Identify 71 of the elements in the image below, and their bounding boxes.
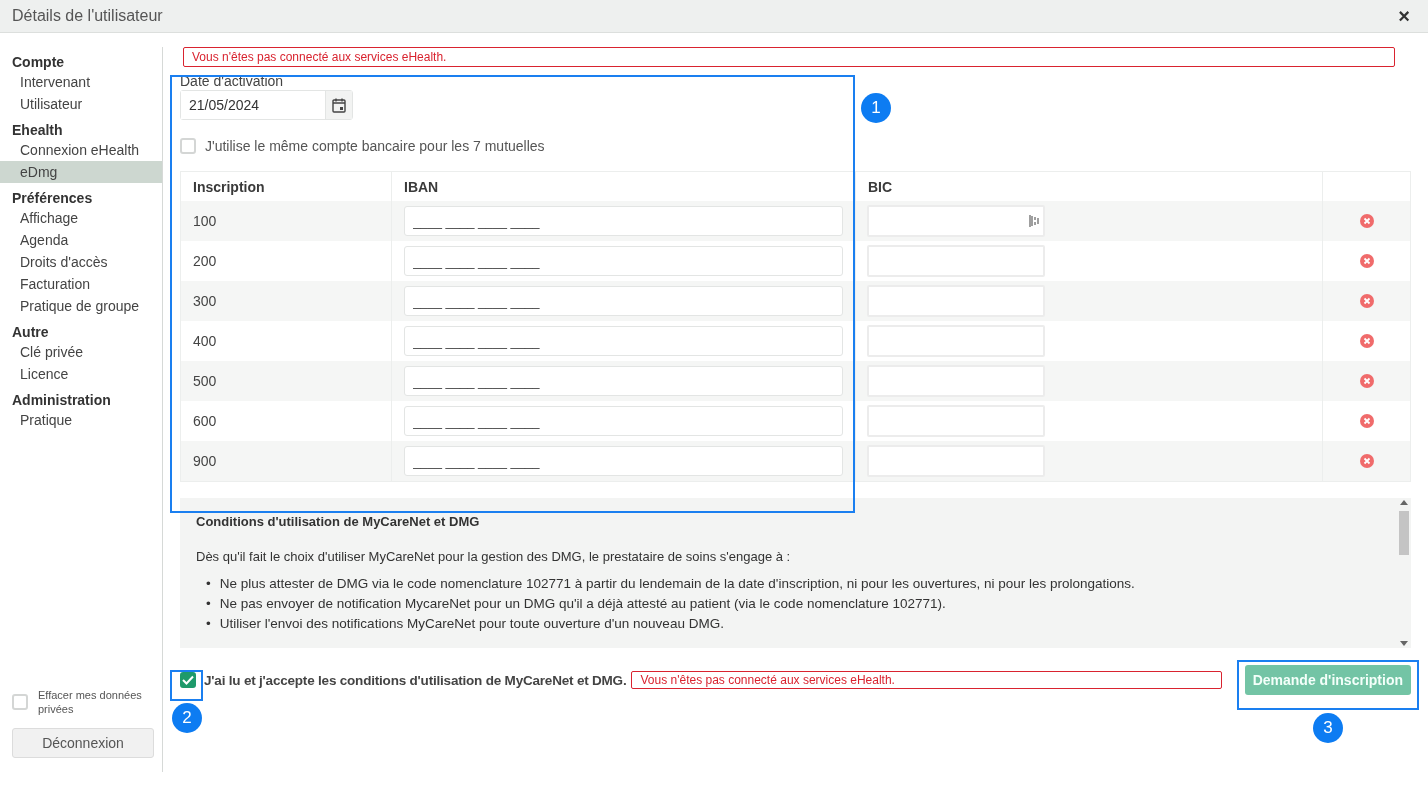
calendar-icon	[332, 97, 346, 113]
sidebar-group-title: Préférences	[11, 189, 94, 207]
conditions-item: Utiliser l'envoi des notifications MyCareNet pour toute ouverture d'un nouveau DMG.	[219, 615, 724, 633]
sidebar-item[interactable]: Licence	[0, 363, 162, 385]
iban-field[interactable]: ____ ____ ____ ____	[404, 366, 843, 396]
bullet: •	[206, 595, 211, 613]
column-header: Inscription	[193, 178, 265, 195]
error-message: Vous n'êtes pas connecté aux services eHealth.	[183, 47, 1395, 67]
error-message: Vous n'êtes pas connecté aux services eHealth.	[631, 671, 1223, 689]
iban-field[interactable]: ____ ____ ____ ____	[404, 246, 843, 276]
conditions-item: Ne pas envoyer de notification MycareNet pour un DMG qu'il a déjà attesté au patient (via le code nomenclature 102771).	[219, 595, 946, 613]
delete-icon[interactable]	[1359, 414, 1374, 428]
date-field[interactable]: 21/05/2024	[180, 90, 353, 120]
callout-frame	[170, 670, 203, 701]
scrollbar[interactable]	[1397, 498, 1411, 648]
delete-icon[interactable]	[1359, 374, 1374, 388]
table-cell: 200	[193, 253, 217, 269]
delete-icon[interactable]	[1359, 454, 1374, 468]
iban-field[interactable]: ____ ____ ____ ____	[404, 446, 843, 476]
callout-badge: 3	[1313, 713, 1343, 743]
checkbox-label: J'utilise le même compte bancaire pour les 7 mutuelles	[205, 138, 545, 154]
iban-field[interactable]: ____ ____ ____ ____	[404, 206, 843, 236]
checkbox-label: J'ai lu et j'accepte les conditions d'utilisation de MyCareNet et DMG.	[204, 672, 627, 688]
column-header: IBAN	[404, 178, 439, 195]
sidebar-group-title: Compte	[11, 53, 66, 71]
sidebar-item[interactable]: Clé privée	[0, 341, 162, 363]
window-title: Détails de l'utilisateur	[12, 7, 163, 25]
conditions-item: Ne plus attester de DMG via le code nomenclature 102771 à partir du lendemain de la date d'inscription, ni pour les ouvertures, ni pour les prolongations.	[219, 575, 1135, 593]
conditions-intro: Dès qu'il fait le choix d'utiliser MyCareNet pour la gestion des DMG, le prestataire de soins s'engage à :	[196, 549, 792, 564]
logout-button[interactable]: Déconnexion	[12, 728, 154, 758]
bic-field[interactable]	[867, 205, 1045, 237]
sidebar-group-title: Ehealth	[11, 121, 64, 139]
sidebar-group-title: Administration	[11, 391, 112, 409]
sidebar-item[interactable]: Facturation	[0, 273, 162, 295]
iban-field[interactable]: ____ ____ ____ ____	[404, 286, 843, 316]
iban-field[interactable]: ____ ____ ____ ____	[404, 406, 843, 436]
bullet: •	[206, 575, 211, 593]
scroll-up-icon[interactable]	[1400, 500, 1408, 505]
checkbox-label: Effacer mes données privées	[38, 688, 143, 716]
autofill-icon[interactable]	[1029, 214, 1039, 228]
table-cell: 300	[193, 293, 217, 309]
delete-icon[interactable]	[1359, 334, 1374, 348]
table-cell: 600	[193, 413, 217, 429]
checkbox[interactable]	[180, 672, 196, 688]
sidebar-item[interactable]: Pratique	[0, 409, 162, 431]
delete-icon[interactable]	[1359, 214, 1374, 228]
delete-icon[interactable]	[1359, 254, 1374, 268]
scroll-down-icon[interactable]	[1400, 641, 1408, 646]
close-button[interactable]: ×	[1394, 4, 1414, 28]
sidebar-item[interactable]: eDmg	[0, 161, 162, 183]
table-cell: 400	[193, 333, 217, 349]
conditions-title: Conditions d'utilisation de MyCareNet et DMG	[196, 514, 481, 529]
callout-badge: 2	[172, 703, 202, 733]
sidebar-item[interactable]: Utilisateur	[0, 93, 162, 115]
delete-icon[interactable]	[1359, 294, 1374, 308]
sidebar-item[interactable]: Connexion eHealth	[0, 139, 162, 161]
table-cell: 900	[193, 453, 217, 469]
sidebar-item[interactable]: Intervenant	[0, 71, 162, 93]
sidebar-item[interactable]: Droits d'accès	[0, 251, 162, 273]
iban-field[interactable]: ____ ____ ____ ____	[404, 326, 843, 356]
table-cell: 500	[193, 373, 217, 389]
sidebar-item[interactable]: Affichage	[0, 207, 162, 229]
sidebar-item[interactable]: Pratique de groupe	[0, 295, 162, 317]
column-header: BIC	[868, 178, 893, 195]
bullet: •	[206, 615, 211, 633]
scroll-thumb[interactable]	[1399, 511, 1409, 555]
sidebar-group-title: Autre	[11, 323, 50, 341]
callout-badge: 1	[861, 93, 891, 123]
sidebar-item[interactable]: Agenda	[0, 229, 162, 251]
table-cell: 100	[193, 213, 217, 229]
calendar-button[interactable]	[325, 91, 352, 119]
